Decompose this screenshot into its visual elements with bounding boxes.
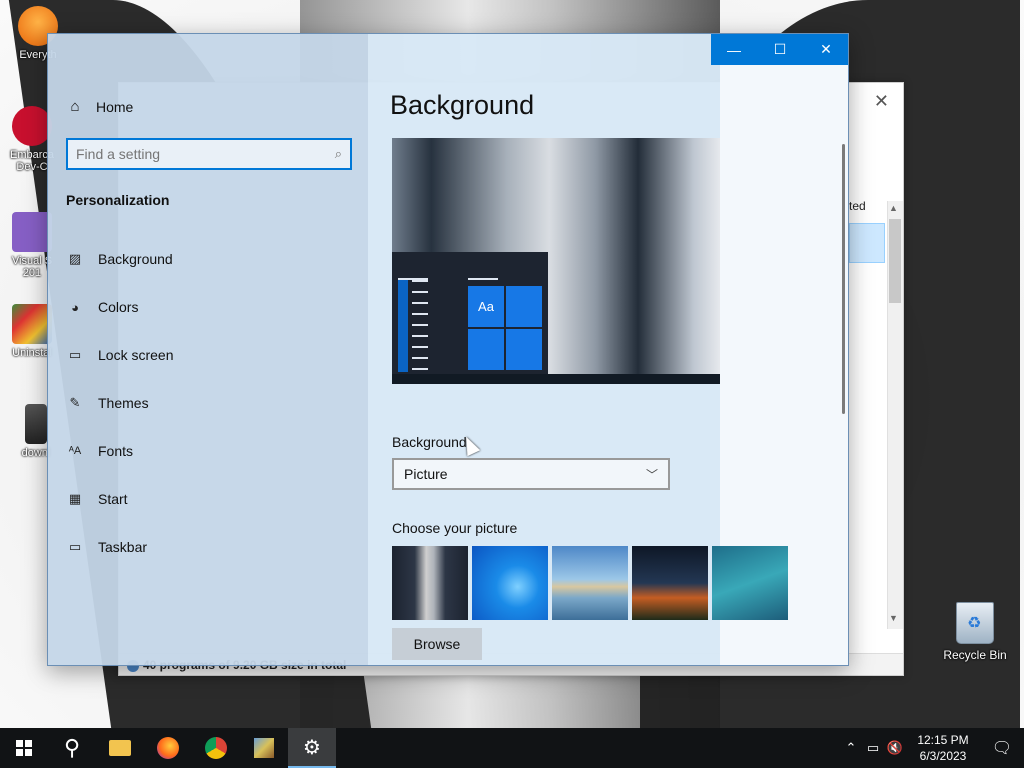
maximize-icon[interactable]: ☐ xyxy=(757,34,803,65)
firefox-button[interactable] xyxy=(144,728,192,768)
preview-tile xyxy=(506,286,542,327)
picture-thumbnails xyxy=(392,546,788,620)
nav-item-colors[interactable]: ◕ Colors xyxy=(48,283,368,331)
settings-window: ⌂ Home ⌕ Personalization ▨ Background ◕ … xyxy=(47,33,849,666)
preview-tile xyxy=(506,329,542,370)
picture-icon: ▨ xyxy=(68,251,82,266)
notification-icon[interactable]: 🗨 xyxy=(980,738,1024,758)
chrome-button[interactable] xyxy=(192,728,240,768)
scroll-up-icon[interactable]: ▲ xyxy=(889,203,898,213)
close-icon[interactable]: ✕ xyxy=(803,34,848,65)
nav-item-start[interactable]: ▦ Start xyxy=(48,475,368,523)
nav-item-fonts[interactable]: ᴬA Fonts xyxy=(48,427,368,475)
home-icon: ⌂ xyxy=(70,98,80,115)
dropdown-value: Picture xyxy=(404,466,448,482)
background-preview: Aa xyxy=(392,138,720,384)
preview-tile xyxy=(468,329,504,370)
scrollbar-thumb[interactable] xyxy=(889,219,901,303)
visual-studio-icon xyxy=(12,212,52,252)
selected-row[interactable] xyxy=(849,223,885,263)
clock-date: 6/3/2023 xyxy=(919,749,967,763)
chrome-icon xyxy=(205,737,227,759)
recycle-bin-icon xyxy=(956,602,994,644)
picture-thumbnail-3[interactable] xyxy=(552,546,628,620)
fonts-icon: ᴬA xyxy=(68,445,82,457)
nav-label: Themes xyxy=(98,395,149,411)
chevron-down-icon: ﹀ xyxy=(645,467,658,482)
search-box[interactable]: ⌕ xyxy=(66,138,352,170)
picture-thumbnail-5[interactable] xyxy=(712,546,788,620)
recycle-bin-label: Recycle Bin xyxy=(943,648,1007,662)
archive-icon xyxy=(254,738,274,758)
start-icon: ▦ xyxy=(68,491,82,506)
gear-icon: ⚙ xyxy=(303,736,321,759)
folder-icon xyxy=(109,740,131,756)
search-taskbar-button[interactable]: ⚲ xyxy=(48,728,96,768)
settings-sidebar: ⌂ Home ⌕ Personalization ▨ Background ◕ … xyxy=(48,34,368,665)
choose-picture-label: Choose your picture xyxy=(392,520,518,536)
system-tray: ⌃ ▭ 🔇 12:15 PM 6/3/2023 🗨 xyxy=(840,728,1024,768)
settings-taskbar-button[interactable]: ⚙ xyxy=(288,728,336,768)
minimize-icon[interactable]: — xyxy=(711,34,757,65)
nav-label: Background xyxy=(98,251,173,267)
firefox-icon xyxy=(157,737,179,759)
preview-line xyxy=(468,278,498,280)
nav-label: Taskbar xyxy=(98,539,148,555)
picture-thumbnail-1[interactable] xyxy=(392,546,468,620)
preview-start-list xyxy=(412,280,428,370)
page-title: Background xyxy=(390,90,535,120)
home-link[interactable]: ⌂ Home xyxy=(66,98,133,115)
nav-label: Lock screen xyxy=(98,347,174,363)
preview-start-menu: Aa xyxy=(392,252,548,374)
start-button[interactable] xyxy=(0,728,48,768)
settings-content: Background Aa Background Picture ﹀ Choos… xyxy=(368,34,848,665)
person-image-icon xyxy=(25,404,47,444)
column-header[interactable]: ted xyxy=(849,199,889,223)
themes-icon: ✎ xyxy=(69,395,81,410)
volume-muted-icon[interactable]: 🔇 xyxy=(884,740,906,756)
palette-icon: ◕ xyxy=(71,299,79,315)
search-input[interactable] xyxy=(76,146,335,162)
uninstaller-icon xyxy=(12,304,52,344)
background-label: Background xyxy=(392,434,467,450)
search-icon[interactable]: ⌕ xyxy=(335,146,342,162)
browse-button[interactable]: Browse xyxy=(392,628,482,660)
preview-tile-text: Aa xyxy=(468,286,504,327)
clock-time: 12:15 PM xyxy=(917,733,969,747)
home-label: Home xyxy=(96,98,134,115)
content-scrollbar[interactable] xyxy=(842,144,845,414)
taskbar: ⚲ ⚙ ⌃ ▭ 🔇 12:15 PM 6/3/2023 🗨 xyxy=(0,728,1024,768)
picture-thumbnail-2[interactable] xyxy=(472,546,548,620)
windows-logo-icon xyxy=(16,740,32,756)
nav-item-taskbar[interactable]: ▭ Taskbar xyxy=(48,523,368,571)
nav-item-background[interactable]: ▨ Background xyxy=(48,235,368,283)
nav-label: Fonts xyxy=(98,443,134,459)
desktop-icon-recycle-bin[interactable]: Recycle Bin xyxy=(938,602,1012,662)
personalization-nav: ▨ Background ◕ Colors ▭ Lock screen ✎ Th… xyxy=(48,235,368,571)
chevron-up-icon[interactable]: ⌃ xyxy=(840,740,862,756)
nav-label: Colors xyxy=(98,299,139,315)
background-type-dropdown[interactable]: Picture ﹀ xyxy=(392,458,670,490)
file-explorer-button[interactable] xyxy=(96,728,144,768)
lock-screen-icon: ▭ xyxy=(68,347,82,362)
search-icon: ⚲ xyxy=(63,735,81,760)
archive-app-button[interactable] xyxy=(240,728,288,768)
preview-start-column xyxy=(398,280,408,372)
clock[interactable]: 12:15 PM 6/3/2023 xyxy=(906,732,980,764)
scroll-down-icon[interactable]: ▼ xyxy=(889,613,898,623)
preview-taskbar xyxy=(392,374,720,384)
nav-label: Start xyxy=(98,491,128,507)
taskbar-icon: ▭ xyxy=(68,539,82,554)
network-icon[interactable]: ▭ xyxy=(862,740,884,756)
devcpp-icon xyxy=(12,106,52,146)
picture-thumbnail-4[interactable] xyxy=(632,546,708,620)
window-controls: — ☐ ✕ xyxy=(711,34,848,65)
section-title: Personalization xyxy=(66,192,170,208)
nav-item-themes[interactable]: ✎ Themes xyxy=(48,379,368,427)
close-icon[interactable]: ✕ xyxy=(874,91,889,112)
nav-item-lock-screen[interactable]: ▭ Lock screen xyxy=(48,331,368,379)
preview-tiles: Aa xyxy=(468,286,542,370)
